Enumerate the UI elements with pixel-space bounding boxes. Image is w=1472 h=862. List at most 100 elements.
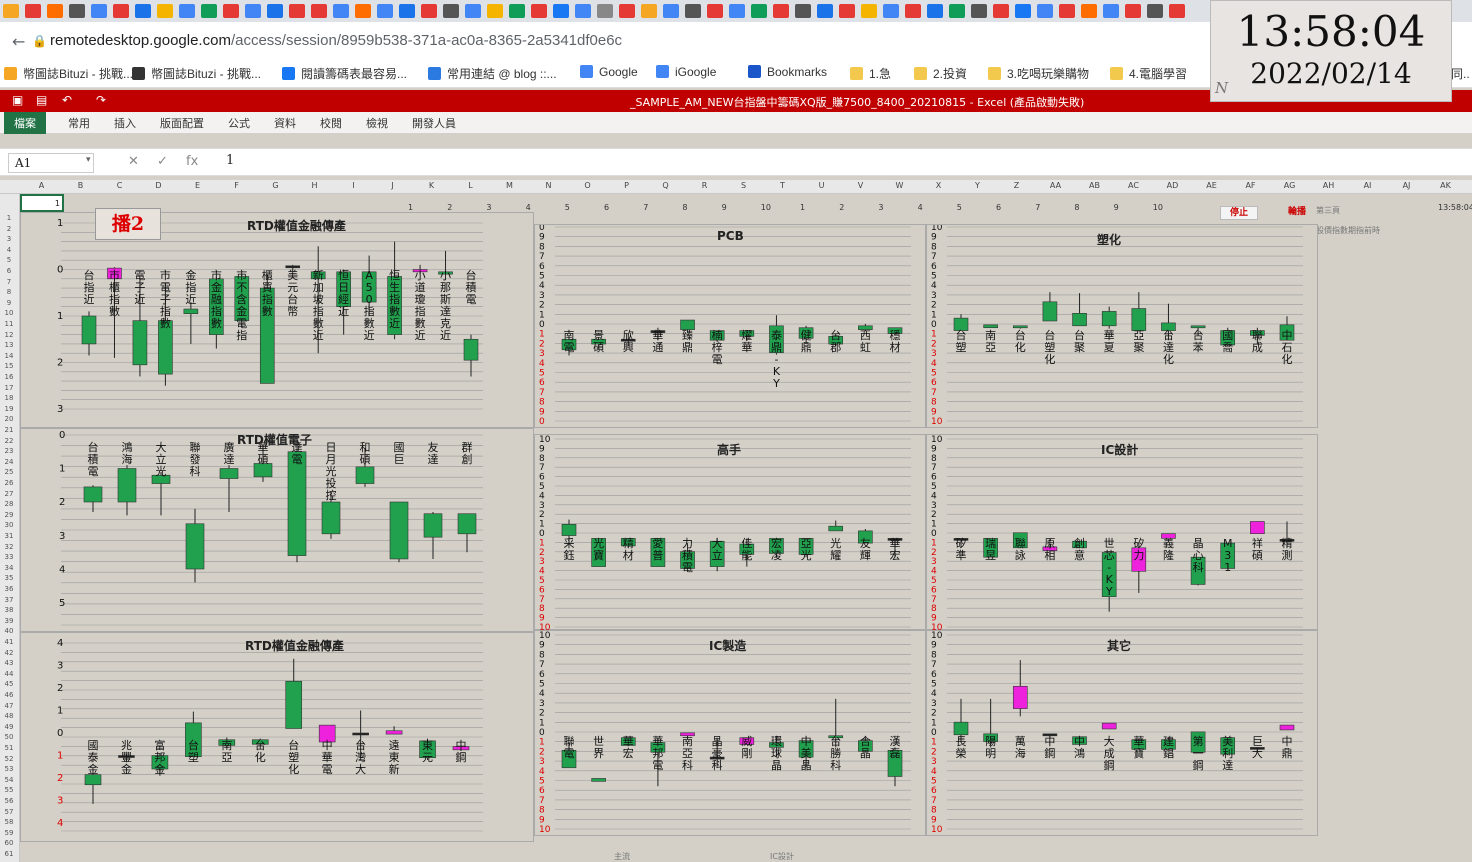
- tab-favicon-icon[interactable]: [399, 4, 415, 18]
- stop-button[interactable]: 停止: [1220, 206, 1258, 220]
- row-header[interactable]: 43: [0, 659, 18, 667]
- url-text[interactable]: remotedesktop.google.com/access/session/…: [50, 32, 622, 49]
- tab-favicon-icon[interactable]: [1037, 4, 1053, 18]
- row-header[interactable]: 24: [0, 458, 18, 466]
- column-header[interactable]: V: [841, 181, 880, 190]
- tab-favicon-icon[interactable]: [245, 4, 261, 18]
- row-header[interactable]: 41: [0, 638, 18, 646]
- row-header[interactable]: 31: [0, 532, 18, 540]
- row-header[interactable]: 55: [0, 786, 18, 794]
- column-header[interactable]: AE: [1192, 181, 1231, 190]
- tab-favicon-icon[interactable]: [377, 4, 393, 18]
- tab-favicon-icon[interactable]: [223, 4, 239, 18]
- tab-favicon-icon[interactable]: [817, 4, 833, 18]
- column-header[interactable]: G: [256, 181, 295, 190]
- row-header[interactable]: 9: [0, 299, 18, 307]
- row-header[interactable]: 7: [0, 278, 18, 286]
- column-header[interactable]: X: [919, 181, 958, 190]
- row-header[interactable]: 35: [0, 574, 18, 582]
- bookmark-item[interactable]: 常用連結 @ blog ::...: [428, 65, 557, 82]
- ribbon-tab[interactable]: 資料: [274, 115, 296, 131]
- row-header[interactable]: 52: [0, 755, 18, 763]
- tab-favicon-icon[interactable]: [597, 4, 613, 18]
- formula-icons[interactable]: ✕ ✓ fx: [128, 154, 198, 169]
- row-header[interactable]: 21: [0, 426, 18, 434]
- tab-favicon-icon[interactable]: [993, 4, 1009, 18]
- column-header[interactable]: AI: [1348, 181, 1387, 190]
- bookmark-item[interactable]: 幣圖誌Bituzi - 挑戰...: [4, 65, 133, 82]
- tab-favicon-icon[interactable]: [3, 4, 19, 18]
- row-header[interactable]: 25: [0, 468, 18, 476]
- row-header[interactable]: 46: [0, 691, 18, 699]
- tab-favicon-icon[interactable]: [971, 4, 987, 18]
- row-header[interactable]: 18: [0, 394, 18, 402]
- row-header[interactable]: 44: [0, 670, 18, 678]
- column-header[interactable]: AD: [1153, 181, 1192, 190]
- column-header[interactable]: AB: [1075, 181, 1114, 190]
- row-header[interactable]: 54: [0, 776, 18, 784]
- worksheet[interactable]: 1 1 2 3 4 5 6 7 8 9 10 1 2 3 4 5 6 7 8 9 10 停止 輪播 第三頁 13:58…: [20, 194, 1472, 862]
- column-header[interactable]: J: [373, 181, 412, 190]
- tab-favicon-icon[interactable]: [641, 4, 657, 18]
- tab-favicon-icon[interactable]: [1125, 4, 1141, 18]
- column-header[interactable]: AH: [1309, 181, 1348, 190]
- tab-favicon-icon[interactable]: [619, 4, 635, 18]
- tab-favicon-icon[interactable]: [729, 4, 745, 18]
- row-header[interactable]: 12: [0, 331, 18, 339]
- name-box-dropdown-icon[interactable]: ▾: [86, 155, 91, 165]
- column-header[interactable]: Q: [646, 181, 685, 190]
- tab-favicon-icon[interactable]: [443, 4, 459, 18]
- row-header[interactable]: 5: [0, 256, 18, 264]
- tab-favicon-icon[interactable]: [135, 4, 151, 18]
- row-header[interactable]: 23: [0, 447, 18, 455]
- row-header[interactable]: 57: [0, 808, 18, 816]
- row-header[interactable]: 14: [0, 352, 18, 360]
- row-header[interactable]: 38: [0, 606, 18, 614]
- column-header[interactable]: U: [802, 181, 841, 190]
- bookmark-item[interactable]: 4.電腦學習: [1110, 65, 1187, 82]
- row-header[interactable]: 34: [0, 564, 18, 572]
- column-header[interactable]: M: [490, 181, 529, 190]
- tab-favicon-icon[interactable]: [201, 4, 217, 18]
- bookmark-item[interactable]: 閱讀籌碼表最容易...: [282, 65, 407, 82]
- row-header[interactable]: 30: [0, 521, 18, 529]
- selected-cell-a1[interactable]: 1: [20, 194, 64, 212]
- column-header[interactable]: AC: [1114, 181, 1153, 190]
- column-header[interactable]: R: [685, 181, 724, 190]
- tab-favicon-icon[interactable]: [839, 4, 855, 18]
- row-header[interactable]: 6: [0, 267, 18, 275]
- row-header[interactable]: 49: [0, 723, 18, 731]
- tab-favicon-icon[interactable]: [531, 4, 547, 18]
- tab-favicon-icon[interactable]: [883, 4, 899, 18]
- ribbon-tab[interactable]: 檔案: [4, 112, 46, 134]
- row-header[interactable]: 39: [0, 617, 18, 625]
- row-header[interactable]: 56: [0, 797, 18, 805]
- formula-input[interactable]: 1: [226, 153, 234, 168]
- column-header[interactable]: W: [880, 181, 919, 190]
- row-header[interactable]: 60: [0, 839, 18, 847]
- tab-favicon-icon[interactable]: [795, 4, 811, 18]
- row-header[interactable]: 8: [0, 288, 18, 296]
- bookmark-item[interactable]: 1.急: [850, 65, 891, 82]
- row-header[interactable]: 26: [0, 479, 18, 487]
- row-header[interactable]: 17: [0, 384, 18, 392]
- save-icon[interactable]: ▤: [36, 93, 47, 107]
- column-header[interactable]: F: [217, 181, 256, 190]
- ribbon-tab[interactable]: 檢視: [366, 115, 388, 131]
- tab-favicon-icon[interactable]: [69, 4, 85, 18]
- row-header[interactable]: 16: [0, 373, 18, 381]
- tab-favicon-icon[interactable]: [685, 4, 701, 18]
- column-header[interactable]: A: [22, 181, 61, 190]
- row-header[interactable]: 45: [0, 680, 18, 688]
- back-arrow-icon[interactable]: ←: [12, 32, 25, 51]
- column-header[interactable]: AJ: [1387, 181, 1426, 190]
- tab-favicon-icon[interactable]: [179, 4, 195, 18]
- ribbon-tab[interactable]: 開發人員: [412, 115, 456, 131]
- row-header[interactable]: 3: [0, 235, 18, 243]
- ribbon-tab[interactable]: 校閱: [320, 115, 342, 131]
- row-header[interactable]: 29: [0, 511, 18, 519]
- column-header[interactable]: D: [139, 181, 178, 190]
- undo-icon[interactable]: ↶: [62, 93, 72, 107]
- row-header[interactable]: 50: [0, 733, 18, 741]
- row-header[interactable]: 11: [0, 320, 18, 328]
